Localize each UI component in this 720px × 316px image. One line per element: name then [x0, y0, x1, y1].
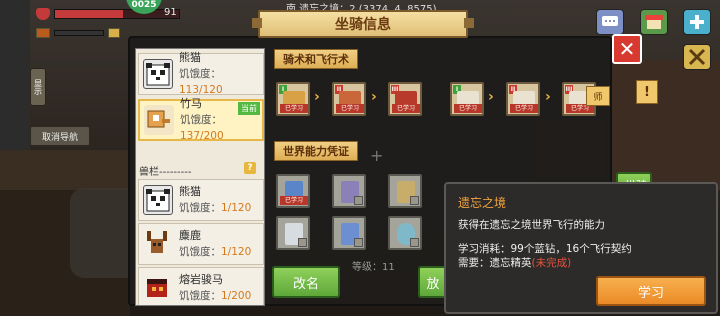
panda-icon	[143, 185, 173, 215]
health-value: 91	[164, 7, 177, 18]
tooltip-title: 遗忘之境	[458, 196, 507, 210]
title-cap	[464, 18, 474, 28]
mount-level: 等级：11	[352, 262, 395, 273]
chevron-right-icon: ›	[371, 89, 377, 105]
show-toggle-button[interactable]: 显示	[30, 68, 46, 106]
learned-label: 已学习	[510, 104, 538, 113]
title-cap	[252, 18, 262, 28]
plus-icon[interactable]	[683, 9, 711, 35]
chat-icon[interactable]	[596, 9, 624, 35]
lock-icon	[354, 238, 363, 247]
learn-button[interactable]: 学习	[596, 276, 706, 306]
exclamation-icon[interactable]: !	[636, 80, 658, 104]
riding-skill-node[interactable]: III 已学习	[388, 82, 422, 116]
tooltip-requirement: 需要：遗忘精英(未完成)	[458, 255, 571, 270]
instructor-tab[interactable]: 师	[586, 86, 610, 106]
mount-hunger: 饥饿度： 137/200	[180, 112, 262, 144]
panda-icon	[143, 59, 173, 89]
hunger-value: 1/200	[221, 290, 252, 302]
hunger-value: 137/200	[180, 130, 224, 142]
mount-hunger: 饥饿度：1/200	[179, 288, 251, 304]
learned-label: 已学习	[280, 196, 308, 205]
world-token[interactable]	[388, 174, 422, 208]
chevron-right-icon: ›	[488, 89, 494, 105]
world-token[interactable]: 已学习	[276, 174, 310, 208]
tooltip-description: 获得在遗忘之境世界飞行的能力	[458, 219, 605, 231]
shop-icon[interactable]	[640, 9, 668, 35]
learned-label: 已学习	[336, 104, 364, 113]
hunger-label: 饥饿度：	[179, 202, 221, 214]
stable-label: 兽栏---------	[139, 167, 192, 178]
mount-list-item[interactable]: 熊猫 饥饿度：1/120	[138, 179, 264, 221]
mount-name: 麋鹿	[179, 229, 201, 242]
hunger-label: 饥饿度：	[179, 68, 221, 80]
riding-section-header: 骑术和飞行术	[274, 49, 358, 69]
hunger-label: 饥饿度：	[179, 290, 221, 302]
chevron-right-icon: ›	[545, 89, 551, 105]
world-block	[612, 60, 720, 190]
hunger-value: 1/120	[221, 246, 252, 258]
chevron-right-icon: ›	[314, 89, 320, 105]
hunger-label: 饥饿度：	[180, 114, 222, 126]
crossed-swords-icon[interactable]	[683, 44, 711, 70]
hunger-label: 饥饿度：	[179, 246, 221, 258]
lock-icon	[298, 238, 307, 247]
tooltip-cost: 学习消耗：99个蓝钻，16个飞行契约	[458, 243, 632, 255]
rename-button[interactable]: 改名	[272, 266, 340, 298]
world-token[interactable]	[332, 216, 366, 250]
help-icon[interactable]: ?	[244, 162, 256, 174]
world-token[interactable]	[276, 216, 310, 250]
mount-list-item[interactable]: 熊猫 饥饿度： 113/120	[138, 51, 264, 98]
requirement-status: (未完成)	[531, 257, 572, 269]
hunger-value: 113/120	[179, 84, 223, 96]
mount-list-item-selected[interactable]: 竹马 饥饿度：137/200 当前	[138, 97, 264, 144]
food-icon	[36, 28, 50, 38]
panel-title: 坐骑信息	[252, 10, 474, 38]
mount-list-item[interactable]: 熔岩骏马 饥饿度：1/200	[138, 267, 264, 305]
mount-name: 熊猫	[179, 185, 201, 198]
mount-name: 熊猫	[179, 51, 201, 64]
flight-skill-node[interactable]: I 已学习	[450, 82, 484, 116]
skill-tooltip: 遗忘之境 获得在遗忘之境世界飞行的能力 学习消耗：99个蓝钻，16个飞行契约 需…	[444, 182, 718, 314]
hunger-value: 1/120	[221, 202, 252, 214]
lock-icon	[410, 196, 419, 205]
world-section-header: 世界能力凭证	[274, 141, 358, 161]
learned-label: 已学习	[454, 104, 482, 113]
armor-icon	[108, 28, 120, 38]
hunger-bar	[54, 30, 104, 36]
mount-name: 熔岩骏马	[179, 273, 223, 286]
learned-label: 已学习	[280, 104, 308, 113]
mount-hunger: 饥饿度：1/120	[179, 244, 251, 260]
mount-list[interactable]: 熊猫 饥饿度：113/120 竹马 饥饿度：137/200 当前 兽栏-----…	[135, 48, 265, 306]
flight-skill-node[interactable]: II 已学习	[506, 82, 540, 116]
lock-icon	[410, 238, 419, 247]
riding-skill-node[interactable]: I 已学习	[276, 82, 310, 116]
lava-horse-icon	[143, 273, 173, 303]
close-icon: ✕	[618, 37, 636, 61]
health-bar	[54, 9, 180, 19]
lock-icon	[354, 196, 363, 205]
world-block	[0, 150, 130, 190]
world-token[interactable]	[332, 174, 366, 208]
bamboo-horse-icon	[144, 105, 174, 135]
mount-hunger: 饥饿度：1/120	[179, 200, 251, 216]
mount-hunger: 饥饿度： 113/120	[179, 66, 263, 98]
riding-skill-node[interactable]: II 已学习	[332, 82, 366, 116]
panel-title-text: 坐骑信息	[335, 17, 391, 33]
cancel-navigation-button[interactable]: 取消导航	[30, 126, 90, 146]
world-token[interactable]	[388, 216, 422, 250]
current-mount-badge: 当前	[238, 102, 260, 115]
mount-list-item[interactable]: 麋鹿 饥饿度：1/120	[138, 223, 264, 265]
learned-label: 已学习	[392, 104, 420, 113]
elk-icon	[143, 229, 173, 259]
close-button[interactable]: ✕	[612, 34, 642, 64]
plus-icon: +	[370, 146, 384, 165]
requirement-label: 需要：遗忘精英	[458, 257, 532, 269]
